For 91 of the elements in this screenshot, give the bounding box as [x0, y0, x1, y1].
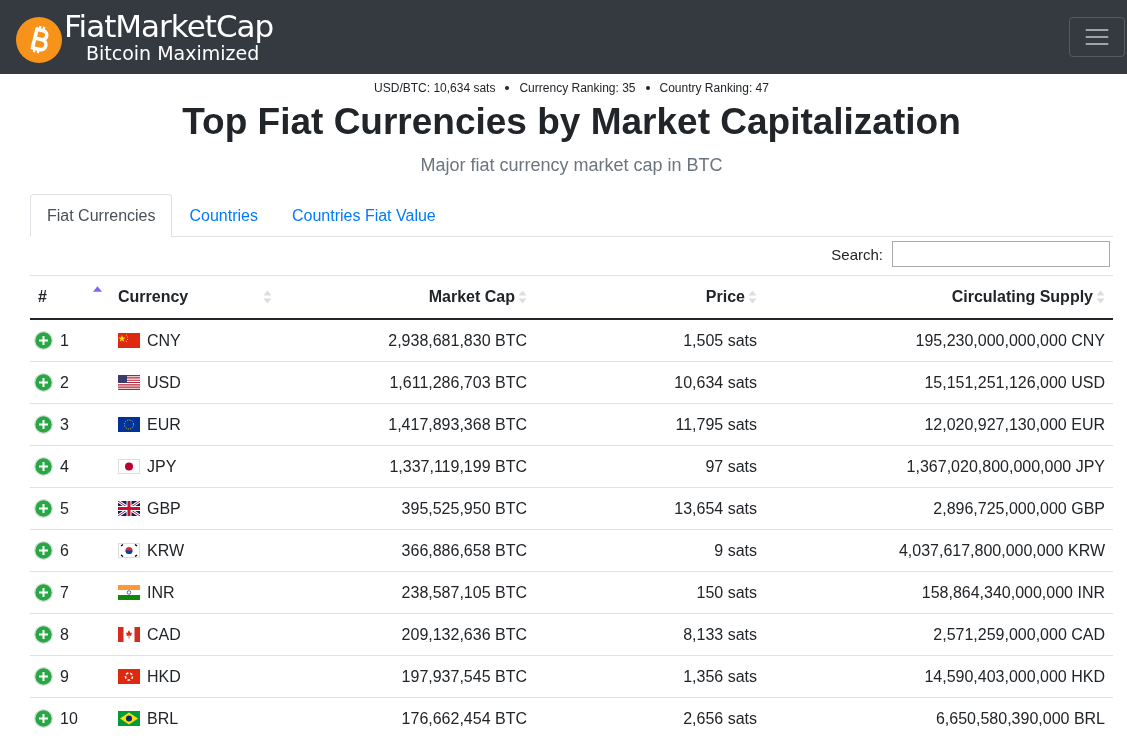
expand-plus-icon [34, 541, 53, 560]
table-cell: 13,654 sats [535, 487, 765, 530]
table-cell: 2,571,259,000,000 CAD [765, 613, 1113, 656]
currency-code: JPY [147, 457, 177, 476]
currency-code: EUR [147, 415, 181, 434]
table-cell: 15,151,251,126,000 USD [765, 361, 1113, 404]
table-cell: 6,650,580,390,000 BRL [765, 697, 1113, 739]
table-cell: 1,611,286,703 BTC [280, 361, 535, 404]
search-field[interactable] [892, 241, 1110, 267]
bitcoin-logo-icon [16, 17, 62, 63]
rank-number: 1 [60, 331, 69, 350]
table-cell: 97 sats [535, 445, 765, 488]
table-cell: 195,230,000,000,000 CNY [765, 319, 1113, 362]
table-cell: 2,656 sats [535, 697, 765, 739]
table-cell: 4,037,617,800,000,000 KRW [765, 529, 1113, 572]
separator-dot [645, 86, 650, 90]
currency-code: HKD [147, 667, 181, 686]
tab[interactable]: Fiat Currencies [30, 194, 173, 237]
table-cell: 158,864,340,000,000 INR [765, 571, 1113, 614]
rank-number: 3 [60, 415, 69, 434]
rank-number: 5 [60, 499, 69, 518]
stat-text: Currency Ranking: 35 [519, 81, 636, 95]
column-header[interactable]: Circulating Supply [765, 275, 1113, 319]
column-header[interactable]: Price [535, 275, 765, 319]
column-header[interactable]: # [30, 275, 110, 319]
table-cell: 10,634 sats [535, 361, 765, 404]
column-header[interactable]: Currency [110, 275, 280, 319]
currency-code: CNY [147, 331, 181, 350]
expand-plus-icon [34, 625, 53, 644]
separator-dot [505, 86, 510, 90]
tab[interactable]: Countries Fiat Value [274, 194, 453, 237]
table-cell: 366,886,658 BTC [280, 529, 535, 572]
rank-number: 4 [60, 457, 69, 476]
stat-text: USD/BTC: 10,634 sats [374, 81, 496, 95]
table-cell: 197,937,545 BTC [280, 655, 535, 698]
expand-plus-icon [34, 583, 53, 602]
expand-plus-icon [34, 667, 53, 686]
rank-number: 7 [60, 583, 69, 602]
table-cell: 2,938,681,830 BTC [280, 319, 535, 362]
menu-button[interactable] [1069, 17, 1125, 57]
currency-code: GBP [147, 499, 181, 518]
table-cell: 150 sats [535, 571, 765, 614]
expand-plus-icon [34, 457, 53, 476]
table-cell: 14,590,403,000,000 HKD [765, 655, 1113, 698]
currency-code: CAD [147, 625, 181, 644]
page-title: Top Fiat Currencies by Market Capitalization [181, 101, 962, 143]
rank-number: 8 [60, 625, 69, 644]
flag-icon [118, 543, 140, 558]
table-cell: 209,132,636 BTC [280, 613, 535, 656]
brand-tagline: Bitcoin Maximized [86, 44, 260, 63]
expand-plus-icon [34, 499, 53, 518]
menu-icon [1084, 27, 1110, 47]
table-cell: 1,367,020,800,000,000 JPY [765, 445, 1113, 488]
rank-number: 10 [60, 709, 78, 728]
flag-icon [118, 711, 140, 726]
flag-icon [118, 627, 140, 642]
table-cell: 9 sats [535, 529, 765, 572]
tab[interactable]: Countries [172, 194, 275, 237]
search-label: Search: [831, 245, 883, 263]
column-header[interactable]: Market Cap [280, 275, 535, 319]
currency-code: INR [147, 583, 175, 602]
expand-plus-icon [34, 415, 53, 434]
flag-icon [118, 501, 140, 516]
currency-code: USD [147, 373, 181, 392]
stat-text: Country Ranking: 47 [659, 81, 769, 95]
table-cell: 12,020,927,130,000 EUR [765, 403, 1113, 446]
rank-number: 6 [60, 541, 69, 560]
table-cell: 1,417,893,368 BTC [280, 403, 535, 446]
table-cell: 11,795 sats [535, 403, 765, 446]
page-subtitle: Major fiat currency market cap in BTC [419, 155, 724, 176]
table-cell: 1,356 sats [535, 655, 765, 698]
table-cell: 176,662,454 BTC [280, 697, 535, 739]
currency-code: BRL [147, 709, 179, 728]
expand-plus-icon [34, 373, 53, 392]
flag-icon [118, 417, 140, 432]
table-cell: 395,525,950 BTC [280, 487, 535, 530]
flag-icon [118, 333, 140, 348]
expand-plus-icon [34, 331, 53, 350]
expand-plus-icon [34, 709, 53, 728]
currency-code: KRW [147, 541, 185, 560]
rank-number: 9 [60, 667, 69, 686]
flag-icon [118, 585, 140, 600]
flag-icon [118, 459, 140, 474]
table-cell: 238,587,105 BTC [280, 571, 535, 614]
flag-icon [118, 669, 140, 684]
table-cell: 1,337,119,199 BTC [280, 445, 535, 488]
table-cell: 8,133 sats [535, 613, 765, 656]
rank-number: 2 [60, 373, 69, 392]
flag-icon [118, 375, 140, 390]
table-cell: 2,896,725,000,000 GBP [765, 487, 1113, 530]
table-cell: 1,505 sats [535, 319, 765, 362]
